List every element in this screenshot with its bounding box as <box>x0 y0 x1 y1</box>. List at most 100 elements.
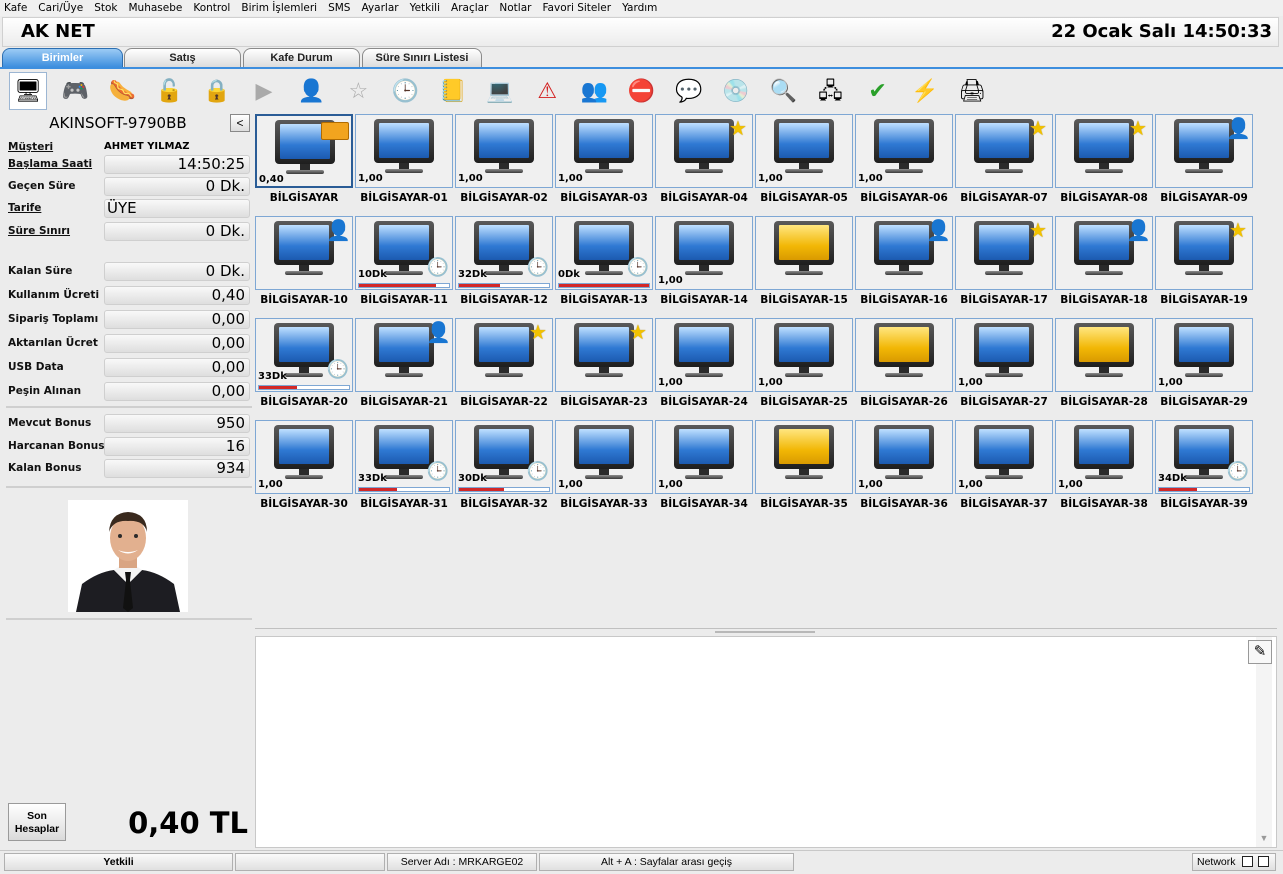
computer-tile[interactable]: 1,00 BİLGİSAYAR-03 <box>555 114 653 212</box>
splitter-grip[interactable] <box>715 631 815 633</box>
computer-tile[interactable]: 👤 BİLGİSAYAR-09 <box>1155 114 1253 212</box>
menu-item[interactable]: Favori Siteler <box>542 2 611 14</box>
computer-icon-box[interactable]: 1,00 <box>455 114 553 188</box>
computer-tile[interactable]: 👤 BİLGİSAYAR-21 <box>355 318 453 416</box>
computer-tile[interactable]: ★ BİLGİSAYAR-07 <box>955 114 1053 212</box>
play-icon[interactable]: ▶ <box>245 72 283 110</box>
start-time-label[interactable]: Başlama Saati <box>8 158 92 170</box>
computer-tile[interactable]: BİLGİSAYAR-28 <box>1055 318 1153 416</box>
computer-name[interactable]: BİLGİSAYAR-13 <box>555 294 653 306</box>
menu-item[interactable]: Muhasebe <box>129 2 183 14</box>
computer-icon-box[interactable]: 👤 <box>355 318 453 392</box>
menu-item[interactable]: Kafe <box>4 2 27 14</box>
computer-name[interactable]: BİLGİSAYAR-22 <box>455 396 553 408</box>
tab-satis[interactable]: Satış <box>124 48 241 67</box>
computer-tile[interactable]: ★ BİLGİSAYAR-22 <box>455 318 553 416</box>
menu-item[interactable]: Ayarlar <box>361 2 398 14</box>
computer-name[interactable]: BİLGİSAYAR-19 <box>1155 294 1253 306</box>
search-icon[interactable]: 🔍 <box>764 72 802 110</box>
computer-tile[interactable]: 🕒 33Dk BİLGİSAYAR-31 <box>355 420 453 518</box>
edit-pen-icon[interactable]: ✎ <box>1248 640 1272 664</box>
tariff-label[interactable]: Tarife <box>8 202 41 214</box>
computer-icon-box[interactable]: 🕒 0Dk <box>555 216 653 290</box>
computer-name[interactable]: BİLGİSAYAR-17 <box>955 294 1053 306</box>
person-icon[interactable]: 👤 <box>292 72 330 110</box>
computer-icon-box[interactable] <box>855 318 953 392</box>
check-icon[interactable]: ✔ <box>859 72 897 110</box>
computer-icon-box[interactable]: 👤 <box>855 216 953 290</box>
computer-tile[interactable]: 1,00 BİLGİSAYAR-37 <box>955 420 1053 518</box>
computer-tile[interactable]: ★ BİLGİSAYAR-17 <box>955 216 1053 314</box>
computer-name[interactable]: BİLGİSAYAR-16 <box>855 294 953 306</box>
computer-icon-box[interactable]: 1,00 <box>355 114 453 188</box>
computer-name[interactable]: BİLGİSAYAR-15 <box>755 294 853 306</box>
menu-item[interactable]: Stok <box>94 2 117 14</box>
computer-icon-box[interactable]: 1,00 <box>1055 420 1153 494</box>
computer-icon-box[interactable]: 1,00 <box>955 420 1053 494</box>
computer-icon-box[interactable]: 1,00 <box>1155 318 1253 392</box>
menu-item[interactable]: Notlar <box>499 2 531 14</box>
collapse-button[interactable]: < <box>230 114 250 132</box>
users-icon[interactable]: 👥 <box>575 72 613 110</box>
computer-tile[interactable]: 🕒 32Dk BİLGİSAYAR-12 <box>455 216 553 314</box>
menu-item[interactable]: Yetkili <box>410 2 440 14</box>
computer-name[interactable]: BİLGİSAYAR-29 <box>1155 396 1253 408</box>
menu-item[interactable]: Araçlar <box>451 2 488 14</box>
computer-tile[interactable]: 1,00 BİLGİSAYAR-06 <box>855 114 953 212</box>
computer-icon-box[interactable] <box>755 420 853 494</box>
computer-icon-box[interactable]: 👤 <box>1155 114 1253 188</box>
computer-name[interactable]: BİLGİSAYAR-23 <box>555 396 653 408</box>
computer-icon-box[interactable]: ★ <box>955 114 1053 188</box>
computer-name[interactable]: BİLGİSAYAR-12 <box>455 294 553 306</box>
computer-name[interactable]: BİLGİSAYAR-04 <box>655 192 753 204</box>
computer-tile[interactable]: 1,00 BİLGİSAYAR-01 <box>355 114 453 212</box>
clock-icon[interactable]: 🕒 <box>387 72 425 110</box>
scroll-down-icon[interactable]: ▼ <box>1258 833 1270 845</box>
menu-item[interactable]: SMS <box>328 2 350 14</box>
computer-icon-box[interactable]: ★ <box>1055 114 1153 188</box>
customer-label[interactable]: Müşteri <box>8 141 53 153</box>
computer-tile[interactable]: ★ BİLGİSAYAR-08 <box>1055 114 1153 212</box>
computer-name[interactable]: BİLGİSAYAR-03 <box>555 192 653 204</box>
computer-tile[interactable]: 👤 BİLGİSAYAR-16 <box>855 216 953 314</box>
computer-tile[interactable]: 1,00 BİLGİSAYAR-02 <box>455 114 553 212</box>
computer-name[interactable]: BİLGİSAYAR-26 <box>855 396 953 408</box>
computer-icon-box[interactable] <box>755 216 853 290</box>
computer-name[interactable]: BİLGİSAYAR-10 <box>255 294 353 306</box>
computer-name[interactable]: BİLGİSAYAR-20 <box>255 396 353 408</box>
computer-name[interactable]: BİLGİSAYAR-14 <box>655 294 753 306</box>
gamepad-icon[interactable]: 🎮 <box>56 72 94 110</box>
computer-name[interactable]: BİLGİSAYAR-27 <box>955 396 1053 408</box>
tab-sure-siniri-listesi[interactable]: Süre Sınırı Listesi <box>362 48 482 67</box>
computer-name[interactable]: BİLGİSAYAR-32 <box>455 498 553 510</box>
computer-name[interactable]: BİLGİSAYAR-09 <box>1155 192 1253 204</box>
computer-tile[interactable]: BİLGİSAYAR-15 <box>755 216 853 314</box>
computer-icon-box[interactable]: 1,00 <box>255 420 353 494</box>
computer-tile[interactable]: 1,00 BİLGİSAYAR-05 <box>755 114 853 212</box>
computer-icon-box[interactable]: ★ <box>1155 216 1253 290</box>
computer-icon-box[interactable]: 1,00 <box>855 114 953 188</box>
computer-name[interactable]: BİLGİSAYAR-38 <box>1055 498 1153 510</box>
computer-icon-box[interactable] <box>1055 318 1153 392</box>
computer-icon-box[interactable]: 1,00 <box>755 318 853 392</box>
computer-name[interactable]: BİLGİSAYAR-21 <box>355 396 453 408</box>
user-chat-icon[interactable]: 💬 <box>670 72 708 110</box>
computer-name[interactable]: BİLGİSAYAR-24 <box>655 396 753 408</box>
computer-name[interactable]: BİLGİSAYAR-28 <box>1055 396 1153 408</box>
computer-name[interactable]: BİLGİSAYAR-02 <box>455 192 553 204</box>
computer-icon-box[interactable]: 🕒 33Dk <box>355 420 453 494</box>
menu-item[interactable]: Yardım <box>622 2 657 14</box>
computer-tile[interactable]: 1,00 BİLGİSAYAR-34 <box>655 420 753 518</box>
computer-icon-box[interactable]: 1,00 <box>655 420 753 494</box>
computer-icon-box[interactable]: ★ <box>555 318 653 392</box>
menu-item[interactable]: Birim İşlemleri <box>241 2 317 14</box>
computer-tile[interactable]: 1,00 BİLGİSAYAR-33 <box>555 420 653 518</box>
computer-name[interactable]: BİLGİSAYAR-33 <box>555 498 653 510</box>
sausage-icon[interactable]: 🌭 <box>103 72 141 110</box>
computer-icon-box[interactable]: 🕒 33Dk <box>255 318 353 392</box>
unlock-icon[interactable]: 🔓 <box>151 72 189 110</box>
menu-item[interactable]: Kontrol <box>193 2 230 14</box>
stop-icon[interactable]: ⛔ <box>623 72 661 110</box>
computer-tile[interactable]: 🕒 34Dk BİLGİSAYAR-39 <box>1155 420 1253 518</box>
computer-tile[interactable]: 1,00 BİLGİSAYAR-36 <box>855 420 953 518</box>
